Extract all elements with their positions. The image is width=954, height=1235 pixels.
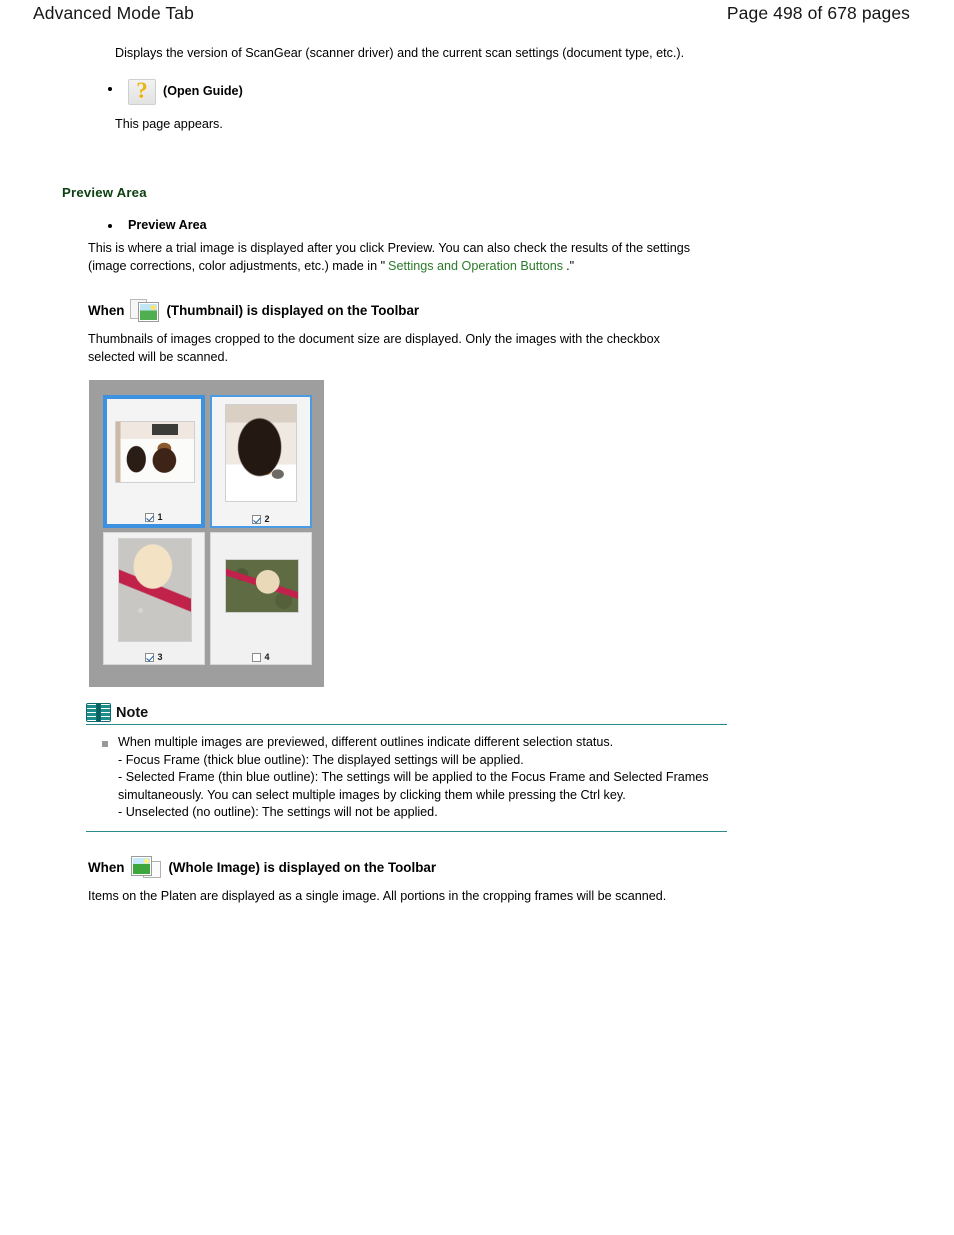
- thumbnail-number-1: 1: [157, 512, 163, 522]
- document-content: Displays the version of ScanGear (scanne…: [0, 45, 954, 905]
- thumbnail-checkbox-2[interactable]: [252, 514, 262, 524]
- note-block: Note When multiple images are previewed,…: [86, 703, 727, 832]
- whole-image-description: Items on the Platen are displayed as a s…: [88, 888, 667, 903]
- page-number-label: Page 498 of 678 pages: [726, 3, 910, 23]
- thumbnail-caption-1: 1: [145, 512, 163, 522]
- open-guide-label: (Open Guide): [163, 84, 243, 98]
- note-title-text: Note: [116, 704, 149, 721]
- note-line-4: - Unselected (no outline): The settings …: [118, 805, 438, 819]
- whole-image-subheading: When (Whole Image) is displayed on the T…: [88, 855, 954, 880]
- note-line-1: When multiple images are previewed, diff…: [118, 735, 614, 749]
- page-header: Advanced Mode Tab Page 498 of 678 pages: [0, 0, 954, 40]
- thumbnail-image-2: [225, 404, 297, 502]
- thumbnail-frame-1[interactable]: 1: [103, 395, 205, 528]
- settings-and-operation-buttons-link[interactable]: Settings and Operation Buttons: [388, 259, 563, 273]
- preview-thumbnail-panel[interactable]: 1 2 3 4: [89, 380, 324, 687]
- note-bullet-square: [102, 741, 108, 747]
- note-line-2: - Focus Frame (thick blue outline): The …: [118, 752, 524, 767]
- thumbnail-checkbox-1[interactable]: [145, 512, 155, 522]
- whole-image-view-icon: [130, 855, 162, 880]
- note-title-row: Note: [86, 703, 727, 724]
- open-book-icon: [86, 703, 111, 722]
- intro-paragraph: Displays the version of ScanGear (scanne…: [115, 46, 685, 60]
- preview-area-section-heading: Preview Area: [62, 185, 147, 200]
- thumbnail-number-4: 4: [264, 652, 270, 662]
- page-title: Advanced Mode Tab: [33, 3, 194, 23]
- thumbnail-grid: 1 2 3 4: [103, 395, 324, 665]
- thumbnail-checkbox-3[interactable]: [145, 652, 155, 662]
- thumbnail-number-2: 2: [264, 514, 270, 524]
- thumbnail-caption-3: 3: [145, 652, 163, 662]
- note-body: When multiple images are previewed, diff…: [86, 725, 727, 831]
- thumbnail-subheading-suffix: (Thumbnail) is displayed on the Toolbar: [166, 303, 420, 318]
- note-bottom-divider: [86, 830, 727, 832]
- open-guide-followup: This page appears.: [115, 116, 223, 131]
- thumbnail-image-1: [115, 421, 195, 483]
- thumbnail-subheading-prefix: When: [88, 303, 125, 318]
- bullet-dot: [108, 86, 112, 91]
- whole-image-subheading-prefix: When: [88, 859, 125, 875]
- whole-image-subheading-suffix: (Whole Image) is displayed on the Toolba…: [168, 859, 437, 875]
- thumbnail-frame-4[interactable]: 4: [210, 532, 312, 665]
- thumbnail-checkbox-4[interactable]: [252, 652, 262, 662]
- preview-area-bullet-row: Preview Area: [105, 216, 954, 234]
- thumbnail-frame-2[interactable]: 2: [210, 395, 312, 528]
- thumbnail-frame-3[interactable]: 3: [103, 532, 205, 665]
- note-line-3: - Selected Frame (thin blue outline): Th…: [118, 770, 709, 802]
- thumbnail-caption-4: 4: [252, 652, 270, 662]
- thumbnail-image-4: [225, 559, 299, 613]
- preview-area-bullet-label: Preview Area: [128, 218, 207, 232]
- bullet-dot: [108, 224, 112, 228]
- preview-area-description: This is where a trial image is displayed…: [88, 240, 718, 275]
- thumbnail-subheading: When (Thumbnail) is displayed on the Too…: [88, 299, 954, 323]
- thumbnail-number-3: 3: [157, 652, 163, 662]
- preview-area-description-part2: .": [566, 258, 575, 273]
- thumbnail-view-icon: [130, 299, 160, 323]
- open-guide-bullet-row: ? (Open Guide): [105, 78, 954, 105]
- thumbnail-description: Thumbnails of images cropped to the docu…: [88, 332, 660, 364]
- thumbnail-image-3: [118, 538, 192, 642]
- question-mark-icon: ?: [128, 78, 156, 105]
- thumbnail-caption-2: 2: [252, 514, 270, 524]
